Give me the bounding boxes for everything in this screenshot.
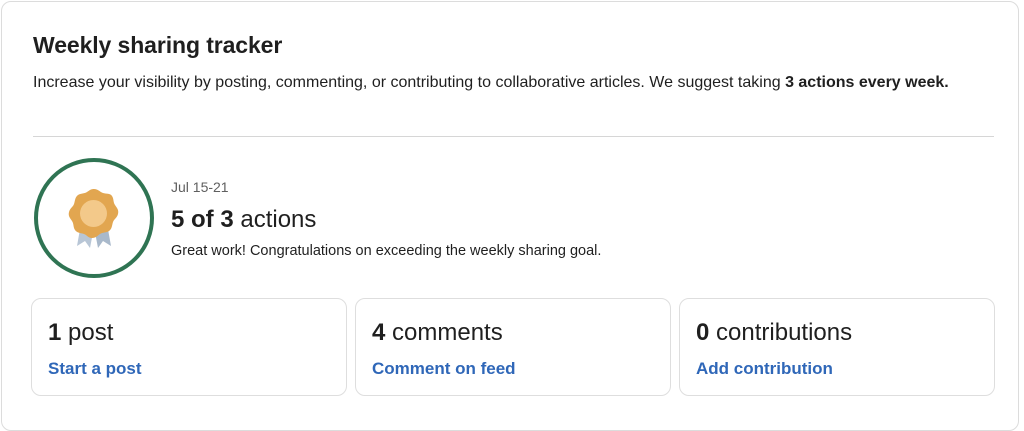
comment-on-feed-link[interactable]: Comment on feed bbox=[372, 359, 516, 379]
posts-count-label: post bbox=[68, 319, 114, 346]
progress-ring bbox=[34, 158, 154, 278]
tracker-description: Increase your visibility by posting, com… bbox=[33, 72, 998, 94]
description-goal: 3 actions every week. bbox=[785, 74, 949, 91]
description-text: Increase your visibility by posting, com… bbox=[33, 74, 786, 91]
comments-count-label: comments bbox=[392, 319, 503, 346]
tracker-title: Weekly sharing tracker bbox=[33, 32, 283, 58]
posts-count: 1 post bbox=[48, 319, 113, 347]
start-post-link[interactable]: Start a post bbox=[48, 359, 142, 379]
divider bbox=[33, 136, 994, 137]
contributions-count-number: 0 bbox=[696, 319, 710, 346]
actions-count: 5 of 3 actions bbox=[171, 206, 316, 234]
weekly-sharing-tracker-card: Weekly sharing tracker Increase your vis… bbox=[1, 1, 1019, 431]
contributions-stat-card: 0 contributions Add contribution bbox=[679, 298, 995, 396]
posts-count-number: 1 bbox=[48, 319, 62, 346]
congrats-message: Great work! Congratulations on exceeding… bbox=[171, 243, 602, 259]
actions-done: 5 of 3 bbox=[171, 206, 234, 233]
add-contribution-link[interactable]: Add contribution bbox=[696, 359, 833, 379]
tracker-period: Jul 15-21 bbox=[171, 179, 229, 195]
award-ribbon-icon bbox=[68, 189, 119, 248]
posts-stat-card: 1 post Start a post bbox=[31, 298, 347, 396]
actions-label: actions bbox=[240, 206, 317, 233]
comments-count-number: 4 bbox=[372, 319, 386, 346]
comments-count: 4 comments bbox=[372, 319, 503, 347]
contributions-count-label: contributions bbox=[716, 319, 853, 346]
comments-stat-card: 4 comments Comment on feed bbox=[355, 298, 671, 396]
contributions-count: 0 contributions bbox=[696, 319, 852, 347]
